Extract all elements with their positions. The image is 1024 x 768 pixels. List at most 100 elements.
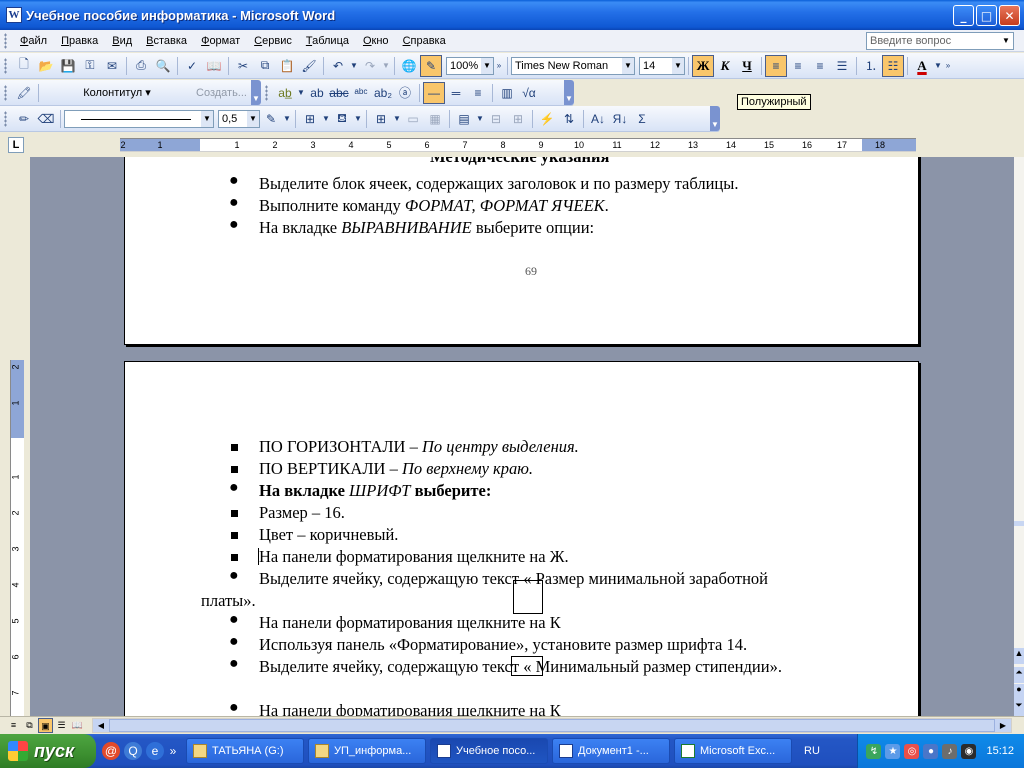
network-icon[interactable]: ↯ xyxy=(866,743,882,759)
web-view-icon[interactable]: ⧉ xyxy=(22,718,37,733)
drawing-toolbar-icon[interactable]: ✎ xyxy=(420,54,442,77)
toolbar-options-icon[interactable]: ▼ xyxy=(564,80,574,105)
minimize-button[interactable]: _ xyxy=(953,5,974,26)
zoom-select[interactable]: 100% ▼ xyxy=(446,56,494,75)
header-footer-menu[interactable]: Колонтитул ▾ xyxy=(42,86,192,99)
vertical-scrollbar[interactable]: ▲ ⏶ ● ⏷ xyxy=(1014,157,1024,716)
align-cell-icon[interactable]: ▤ xyxy=(453,108,475,130)
borders-icon[interactable]: ⊞ xyxy=(299,108,321,130)
help-search-input[interactable]: Введите вопрос ▼ xyxy=(866,32,1014,50)
next-page-icon[interactable]: ⏷ xyxy=(1014,700,1024,716)
start-button[interactable]: пуск xyxy=(0,734,96,768)
scroll-thumb[interactable] xyxy=(1014,521,1024,526)
permission-icon[interactable]: ⚿ xyxy=(79,55,101,77)
task-button[interactable]: Microsoft Exc... xyxy=(674,738,792,764)
format-painter-icon[interactable]: 🖌 xyxy=(298,55,320,77)
sort-ascending-icon[interactable]: A↓ xyxy=(587,108,609,130)
document-page[interactable]: Методические указания ● Выделите блок яч… xyxy=(124,157,919,345)
subscript-icon[interactable]: ab₂ xyxy=(372,82,394,104)
email-icon[interactable]: ✉ xyxy=(101,55,123,77)
font-color-dropdown-icon[interactable]: ▼ xyxy=(933,55,943,77)
media-icon[interactable]: ◉ xyxy=(961,743,977,759)
horizontal-ruler[interactable]: 2 1 1 2 3 4 5 6 7 8 9 10 11 12 13 14 15 … xyxy=(120,138,916,152)
task-button[interactable]: ТАТЬЯНА (G:) xyxy=(186,738,304,764)
save-icon[interactable]: 💾 xyxy=(57,55,79,77)
normal-view-icon[interactable]: ≡ xyxy=(6,718,21,733)
print-layout-icon[interactable]: ▣ xyxy=(38,718,53,733)
bold-button[interactable]: Ж xyxy=(692,54,714,77)
menu-insert[interactable]: Вставка xyxy=(139,31,194,51)
redo-dropdown-icon[interactable]: ▼ xyxy=(381,55,391,77)
menu-grip[interactable] xyxy=(4,32,7,49)
align-cell-dropdown-icon[interactable]: ▼ xyxy=(475,108,485,130)
research-icon[interactable]: 📖 xyxy=(203,55,225,77)
autosum-icon[interactable]: Σ xyxy=(631,108,653,130)
bulleted-list-icon[interactable]: ☷ xyxy=(882,54,904,77)
open-folder-icon[interactable]: 📂 xyxy=(35,55,57,77)
word-app-icon[interactable]: W xyxy=(6,7,22,23)
reading-view-icon[interactable]: 📖 xyxy=(70,718,85,733)
font-size-select[interactable]: 14 ▼ xyxy=(639,56,685,75)
draw-table-icon[interactable]: ✏ xyxy=(13,108,35,130)
columns-icon[interactable]: ▥ xyxy=(496,82,518,104)
messenger-icon[interactable]: ● xyxy=(923,743,939,759)
toolbar-grip[interactable] xyxy=(264,84,268,101)
menu-help[interactable]: Справка xyxy=(396,31,453,51)
menu-file[interactable]: Файл xyxy=(13,31,54,51)
mail-agent-icon[interactable]: @ xyxy=(102,742,120,760)
toolbar-grip[interactable] xyxy=(4,110,7,127)
text-underline-icon[interactable]: ab xyxy=(306,82,328,104)
horizontal-scrollbar[interactable]: ◀ ▶ xyxy=(92,718,1012,733)
cut-icon[interactable]: ✂ xyxy=(232,55,254,77)
distribute-rows-icon[interactable]: ⊟ xyxy=(485,108,507,130)
toolbar-options-icon[interactable]: ▼ xyxy=(250,80,261,105)
previous-page-icon[interactable]: ⏶ xyxy=(1014,667,1024,683)
chevron-down-icon[interactable]: ▼ xyxy=(622,57,634,74)
borders-dropdown-icon[interactable]: ▼ xyxy=(321,108,331,130)
toolbar-options-icon[interactable]: ▼ xyxy=(710,106,720,131)
menu-format[interactable]: Формат xyxy=(194,31,247,51)
align-right-icon[interactable]: ≡ xyxy=(809,55,831,77)
sort-descending-icon[interactable]: Я↓ xyxy=(609,108,631,130)
new-document-icon[interactable]: 🗋 xyxy=(13,55,35,77)
chevron-down-icon[interactable]: ▼ xyxy=(247,110,259,127)
browse-object-icon[interactable]: ● xyxy=(1014,684,1024,700)
language-indicator[interactable]: RU xyxy=(804,745,820,757)
scroll-left-icon[interactable]: ◀ xyxy=(93,719,109,732)
menu-edit[interactable]: Правка xyxy=(54,31,105,51)
font-name-select[interactable]: Times New Roman ▼ xyxy=(511,56,635,75)
redo-icon[interactable]: ↷ xyxy=(359,55,381,77)
encircle-icon[interactable]: ⓐ xyxy=(394,82,416,104)
line-style-single-icon[interactable]: — xyxy=(422,81,445,104)
scroll-thumb[interactable] xyxy=(109,719,995,732)
internet-explorer-icon[interactable]: e xyxy=(146,742,164,760)
split-cells-icon[interactable]: ▦ xyxy=(424,108,446,130)
create-button[interactable]: Создать... xyxy=(192,87,251,99)
distribute-columns-icon[interactable]: ⊞ xyxy=(507,108,529,130)
highlight-icon[interactable]: ab̲ xyxy=(274,82,296,104)
border-color-icon[interactable]: ✎ xyxy=(260,108,282,130)
text-direction-icon[interactable]: ⇅ xyxy=(558,108,580,130)
volume-icon[interactable]: ♪ xyxy=(942,743,958,759)
line-style-triple-icon[interactable]: ≡ xyxy=(467,82,489,104)
chevron-down-icon[interactable]: ▼ xyxy=(201,110,213,127)
justify-icon[interactable]: ☰ xyxy=(831,55,853,77)
scroll-right-icon[interactable]: ▶ xyxy=(995,719,1011,732)
antivirus-icon[interactable]: ◎ xyxy=(904,743,920,759)
copy-icon[interactable]: ⧉ xyxy=(254,55,276,77)
merge-cells-icon[interactable]: ▭ xyxy=(402,108,424,130)
tab-selector[interactable]: L xyxy=(8,137,24,153)
maximize-button[interactable]: □ xyxy=(976,5,997,26)
menu-tools[interactable]: Сервис xyxy=(247,31,299,51)
shading-icon[interactable]: ⛾ xyxy=(331,108,353,130)
line-weight-select[interactable]: 0,5 ▼ xyxy=(218,109,260,128)
quick-launch-more-icon[interactable]: » xyxy=(168,742,178,760)
equation-icon[interactable]: √α xyxy=(518,82,540,104)
hyperlink-icon[interactable]: 🌐 xyxy=(398,55,420,77)
chevron-down-icon[interactable]: ▼ xyxy=(1000,34,1012,48)
chevron-down-icon[interactable]: ▼ xyxy=(672,57,684,74)
align-center-icon[interactable]: ≡ xyxy=(787,55,809,77)
insert-table-icon[interactable]: ⊞ xyxy=(370,108,392,130)
document-page[interactable]: ПО ГОРИЗОНТАЛИ – По центру выделения. ПО… xyxy=(124,361,919,716)
italic-button[interactable]: К xyxy=(714,55,736,77)
